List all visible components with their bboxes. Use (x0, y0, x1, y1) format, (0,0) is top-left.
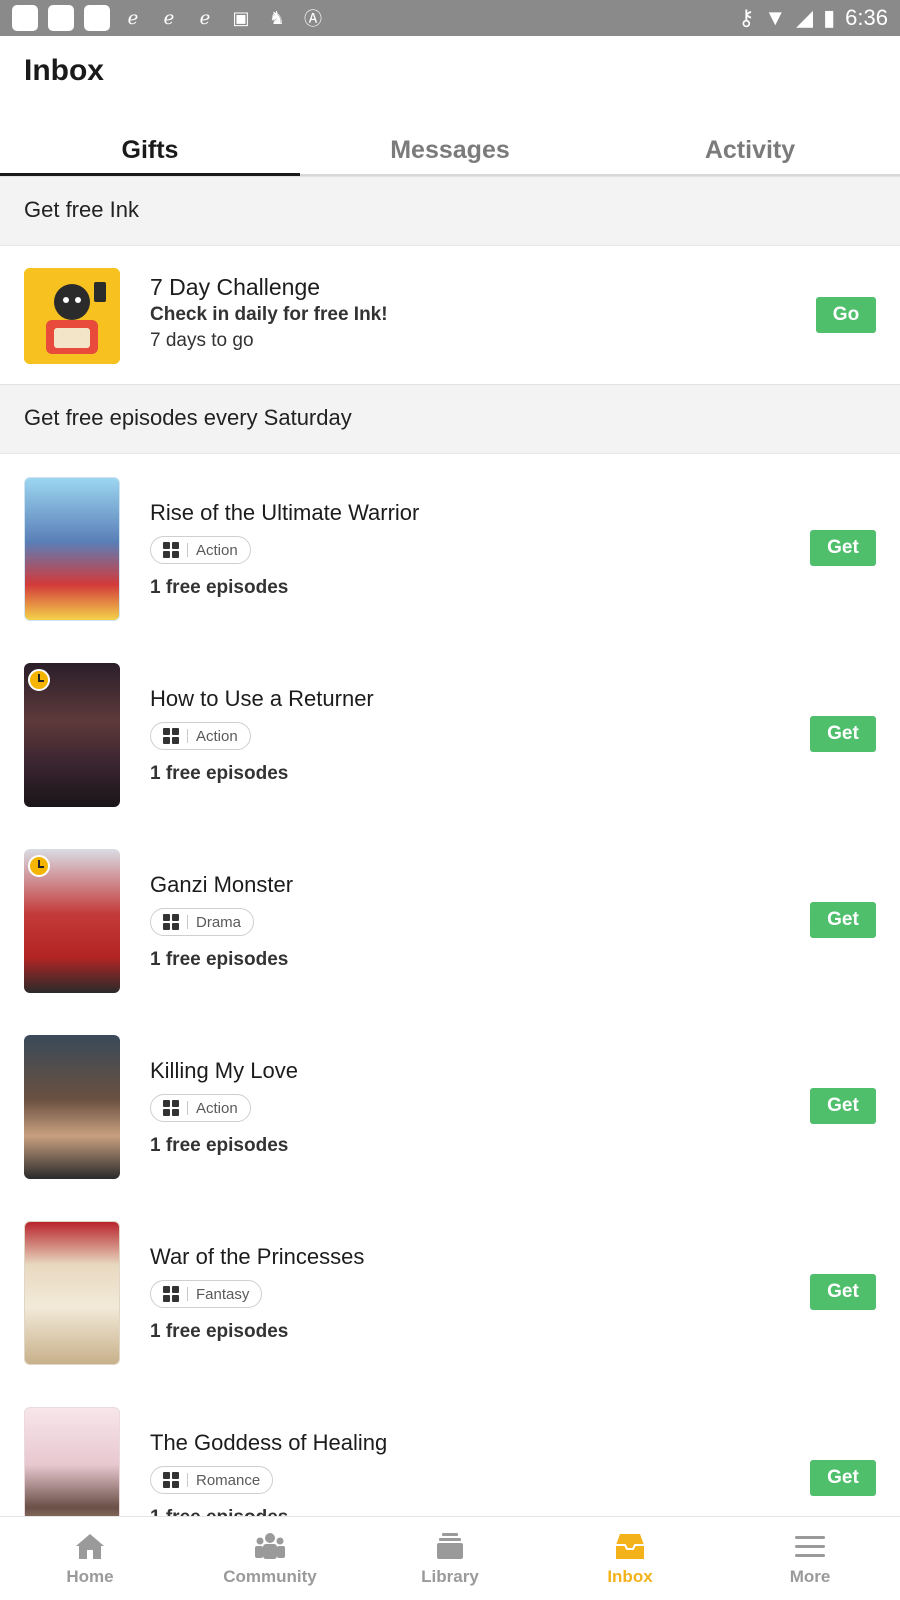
challenge-row[interactable]: 7 Day Challenge Check in daily for free … (0, 246, 900, 384)
free-episodes-count: 1 free episodes (150, 763, 289, 784)
get-button[interactable]: Get (810, 1088, 876, 1124)
challenge-title: 7 Day Challenge (150, 274, 321, 300)
genre-tag: Fantasy (150, 1280, 263, 1308)
nav-library[interactable]: Library (360, 1517, 540, 1600)
app-notification-icon (12, 5, 38, 31)
notification-icons: ℯ ℯ ℯ ▣ ♞ Ⓐ (12, 5, 326, 31)
font-icon: Ⓐ (304, 9, 322, 29)
status-bar: ℯ ℯ ℯ ▣ ♞ Ⓐ ⚷ ▼ ◢ ▮ 6:36 (0, 0, 900, 36)
get-button[interactable]: Get (810, 716, 876, 752)
get-button[interactable]: Get (810, 902, 876, 938)
nav-label: Community (223, 1566, 317, 1586)
browser-icon: ℯ (199, 7, 211, 28)
nav-label: Inbox (607, 1566, 653, 1586)
get-button[interactable]: Get (810, 1460, 876, 1496)
key-icon: ⚷ (738, 5, 755, 30)
get-button[interactable]: Get (810, 1274, 876, 1310)
genre-label: Action (196, 541, 238, 559)
menu-icon (795, 1535, 825, 1557)
nav-inbox[interactable]: Inbox (540, 1517, 720, 1600)
cover-killing-my-love (24, 1035, 120, 1179)
battery-icon: ▮ (823, 5, 836, 30)
community-icon (255, 1532, 285, 1559)
challenge-days-left: 7 days to go (150, 330, 254, 351)
image-icon: ▣ (232, 7, 250, 28)
comic-title: How to Use a Returner (150, 686, 374, 711)
home-icon (76, 1533, 104, 1559)
tab-gifts[interactable]: Gifts (0, 126, 300, 176)
nav-label: More (789, 1566, 831, 1586)
challenge-subtitle: Check in daily for free Ink! (150, 304, 388, 325)
grid-icon (163, 542, 179, 558)
genre-label: Action (196, 727, 238, 745)
section-header-free-episodes: Get free episodes every Saturday (0, 384, 900, 454)
app-notification-icon (48, 5, 74, 31)
genre-label: Action (196, 1099, 238, 1117)
challenge-mascot-icon (24, 268, 120, 364)
get-button[interactable]: Get (810, 530, 876, 566)
browser-icon: ℯ (163, 7, 175, 28)
app-header: Inbox Gifts Messages Activity (0, 36, 900, 176)
genre-label: Drama (196, 913, 242, 931)
grid-icon (163, 728, 179, 744)
cover-how-to-use-a-returner (24, 663, 120, 807)
nav-community[interactable]: Community (180, 1517, 360, 1600)
nav-home[interactable]: Home (0, 1517, 180, 1600)
clock-icon (28, 855, 50, 877)
genre-tag: Action (150, 1094, 251, 1122)
go-button[interactable]: Go (816, 297, 876, 333)
list-item[interactable]: How to Use a Returner Action 1 free epis… (0, 641, 900, 827)
comic-title: Killing My Love (150, 1058, 298, 1083)
comic-title: Rise of the Ultimate Warrior (150, 500, 420, 525)
signal-icon: ◢ (796, 5, 814, 30)
grid-icon (163, 1286, 179, 1302)
list-item[interactable]: The Goddess of Healing Romance 1 free ep… (0, 1385, 900, 1516)
clock-time: 6:36 (845, 5, 888, 30)
app-notification-icon (84, 5, 110, 31)
list-item[interactable]: Rise of the Ultimate Warrior Action 1 fr… (0, 455, 900, 641)
section-header-free-ink: Get free Ink (0, 176, 900, 246)
bottom-navigation: Home Community Library Inbox More (0, 1516, 900, 1600)
comic-title: Ganzi Monster (150, 872, 294, 897)
grid-icon (163, 1472, 179, 1488)
free-episodes-count: 1 free episodes (150, 577, 289, 598)
cover-the-goddess-of-healing (24, 1407, 120, 1516)
genre-label: Fantasy (196, 1285, 250, 1303)
cover-ganzi-monster (24, 849, 120, 993)
grid-icon (163, 914, 179, 930)
inbox-icon (616, 1533, 644, 1559)
genre-label: Romance (196, 1471, 261, 1489)
page-title: Inbox (24, 54, 104, 87)
free-episodes-count: 1 free episodes (150, 1507, 288, 1516)
free-episodes-count: 1 free episodes (150, 949, 289, 970)
cat-icon: ♞ (268, 7, 286, 28)
library-icon (437, 1532, 463, 1559)
genre-tag: Drama (150, 908, 255, 936)
cover-rise-of-the-ultimate-warrior (24, 477, 120, 621)
cover-war-of-the-princesses (24, 1221, 120, 1365)
genre-tag: Action (150, 536, 251, 564)
grid-icon (163, 1100, 179, 1116)
list-item[interactable]: Ganzi Monster Drama 1 free episodes Get (0, 827, 900, 1013)
genre-tag: Action (150, 722, 251, 750)
comic-title: War of the Princesses (150, 1244, 365, 1269)
genre-tag: Romance (150, 1466, 274, 1494)
list-item[interactable]: War of the Princesses Fantasy 1 free epi… (0, 1199, 900, 1385)
comic-title: The Goddess of Healing (150, 1430, 388, 1455)
nav-label: Library (421, 1566, 479, 1586)
list-item[interactable]: Killing My Love Action 1 free episodes G… (0, 1013, 900, 1199)
tab-activity[interactable]: Activity (600, 126, 900, 174)
browser-icon: ℯ (127, 7, 139, 28)
tab-messages[interactable]: Messages (300, 126, 600, 174)
system-icons: ⚷ ▼ ◢ ▮ 6:36 (738, 5, 888, 31)
wifi-icon: ▼ (764, 5, 787, 30)
nav-more[interactable]: More (720, 1517, 900, 1600)
clock-icon (28, 669, 50, 691)
tab-bar: Gifts Messages Activity (0, 126, 900, 176)
free-episodes-count: 1 free episodes (150, 1321, 289, 1342)
nav-label: Home (66, 1566, 114, 1586)
challenge-thumbnail (24, 268, 120, 364)
free-episodes-count: 1 free episodes (150, 1135, 289, 1156)
